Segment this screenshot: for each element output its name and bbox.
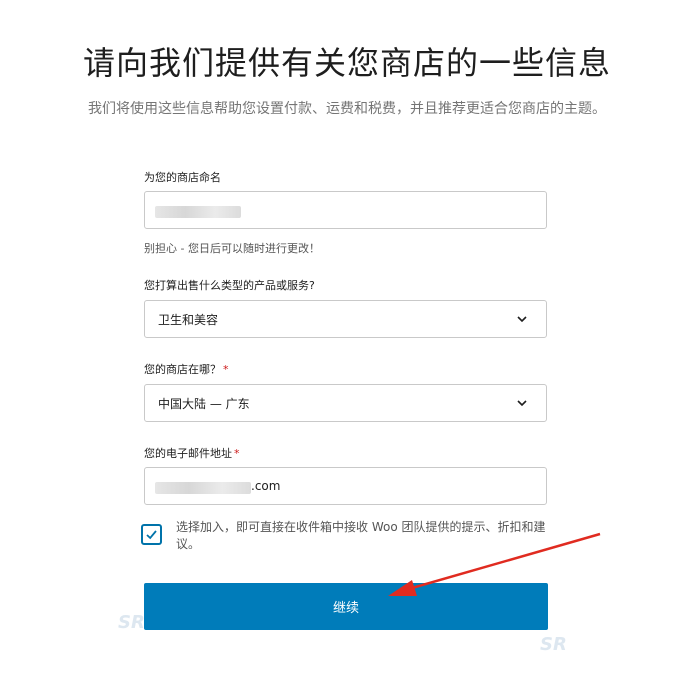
checkmark-icon	[146, 530, 157, 540]
location-select[interactable]: 中国大陆 — 广东	[144, 384, 547, 422]
page-title: 请向我们提供有关您商店的一些信息	[82, 44, 611, 82]
email-label: 您的电子邮件地址 *	[144, 447, 240, 460]
page-subtitle: 我们将使用这些信息帮助您设置付款、运费和税费，并且推荐更适合您商店的主题。	[88, 101, 606, 117]
required-mark: *	[234, 447, 240, 460]
location-value: 中国大陆 — 广东	[158, 396, 250, 411]
product-type-select[interactable]: 卫生和美容	[144, 300, 547, 338]
location-label: 您的商店在哪？ *	[144, 363, 229, 376]
continue-button[interactable]: 继续	[144, 583, 548, 630]
chevron-down-icon	[517, 400, 527, 407]
redacted-text	[155, 482, 251, 494]
store-name-help: 别担心 - 您日后可以随时进行更改！	[144, 242, 320, 255]
watermark-logo: SR	[118, 612, 145, 633]
email-input[interactable]: .com	[144, 467, 547, 505]
product-type-label: 您打算出售什么类型的产品或服务?	[144, 279, 315, 292]
store-name-label: 为您的商店命名	[144, 171, 221, 184]
watermark-logo: SR	[540, 634, 567, 655]
opt-in-checkbox[interactable]	[141, 524, 162, 545]
required-mark: *	[223, 363, 229, 376]
store-name-input[interactable]	[144, 191, 547, 229]
email-visible-suffix: .com	[251, 479, 281, 493]
opt-in-label: 选择加入，即可直接在收件箱中接收 Woo 团队提供的提示、折扣和建议。	[176, 520, 546, 551]
product-type-value: 卫生和美容	[158, 312, 219, 327]
chevron-down-icon	[517, 316, 527, 323]
redacted-text	[155, 206, 241, 218]
